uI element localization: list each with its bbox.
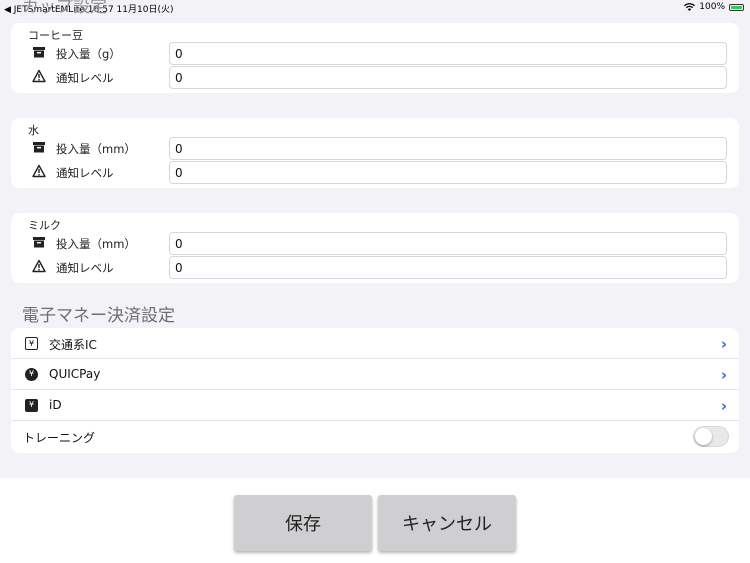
- coffee-title: コーヒー豆: [28, 29, 83, 42]
- save-button[interactable]: 保存: [234, 495, 372, 551]
- milk-card: ミルク 投入量（mm） 通知レベル: [11, 213, 739, 283]
- warning-icon: [32, 259, 46, 273]
- payment-item-transit-ic[interactable]: ¥ 交通系IC ›: [11, 328, 739, 359]
- milk-title: ミルク: [28, 219, 61, 232]
- payment-item-label: iD: [49, 398, 62, 412]
- warning-icon: [32, 69, 46, 83]
- payment-section-header: 電子マネー決済設定: [22, 306, 175, 326]
- training-label: トレーニング: [23, 431, 96, 445]
- cup-settings-header: カップ設定: [22, 0, 107, 17]
- status-bar: ◀ JETSmartEMLite 16:57 11月10日(火) 100%: [0, 0, 750, 15]
- water-amount-input[interactable]: [169, 137, 727, 160]
- milk-notify-input[interactable]: [169, 256, 727, 279]
- footer-bar: 保存 キャンセル: [0, 478, 750, 563]
- coffee-amount-input[interactable]: [169, 42, 727, 65]
- payment-item-label: 交通系IC: [49, 338, 97, 352]
- water-notify-input[interactable]: [169, 161, 727, 184]
- payment-item-id[interactable]: ¥ iD ›: [11, 390, 739, 421]
- wifi-icon: [684, 3, 696, 11]
- water-amount-label: 投入量（mm）: [56, 142, 136, 156]
- payment-item-quicpay[interactable]: ¥ QUICPay ›: [11, 359, 739, 390]
- yen-outline-icon: ¥: [25, 337, 38, 350]
- box-icon: [33, 237, 45, 248]
- cancel-button[interactable]: キャンセル: [378, 495, 516, 551]
- water-notify-label: 通知レベル: [56, 166, 114, 180]
- coffee-amount-label: 投入量（g）: [56, 47, 121, 61]
- box-icon: [33, 142, 45, 153]
- battery-percent: 100%: [699, 2, 725, 12]
- battery-icon: [729, 3, 744, 11]
- box-icon: [33, 47, 45, 58]
- coffee-card: コーヒー豆 投入量（g） 通知レベル: [11, 23, 739, 93]
- yen-square-icon: ¥: [25, 399, 38, 412]
- milk-amount-label: 投入量（mm）: [56, 237, 136, 251]
- status-right: 100%: [684, 2, 744, 12]
- chevron-right-icon: ›: [720, 397, 727, 415]
- milk-amount-input[interactable]: [169, 232, 727, 255]
- milk-notify-label: 通知レベル: [56, 261, 114, 275]
- yen-circle-icon: ¥: [25, 368, 38, 381]
- training-row: トレーニング: [11, 421, 739, 452]
- chevron-right-icon: ›: [720, 366, 727, 384]
- training-toggle[interactable]: [693, 426, 729, 447]
- coffee-notify-label: 通知レベル: [56, 71, 114, 85]
- chevron-right-icon: ›: [720, 335, 727, 353]
- water-card: 水 投入量（mm） 通知レベル: [11, 118, 739, 188]
- payment-card: ¥ 交通系IC › ¥ QUICPay › ¥ iD › トレーニング: [11, 328, 739, 453]
- warning-icon: [32, 164, 46, 178]
- coffee-notify-input[interactable]: [169, 66, 727, 89]
- payment-item-label: QUICPay: [49, 367, 101, 381]
- water-title: 水: [28, 124, 39, 137]
